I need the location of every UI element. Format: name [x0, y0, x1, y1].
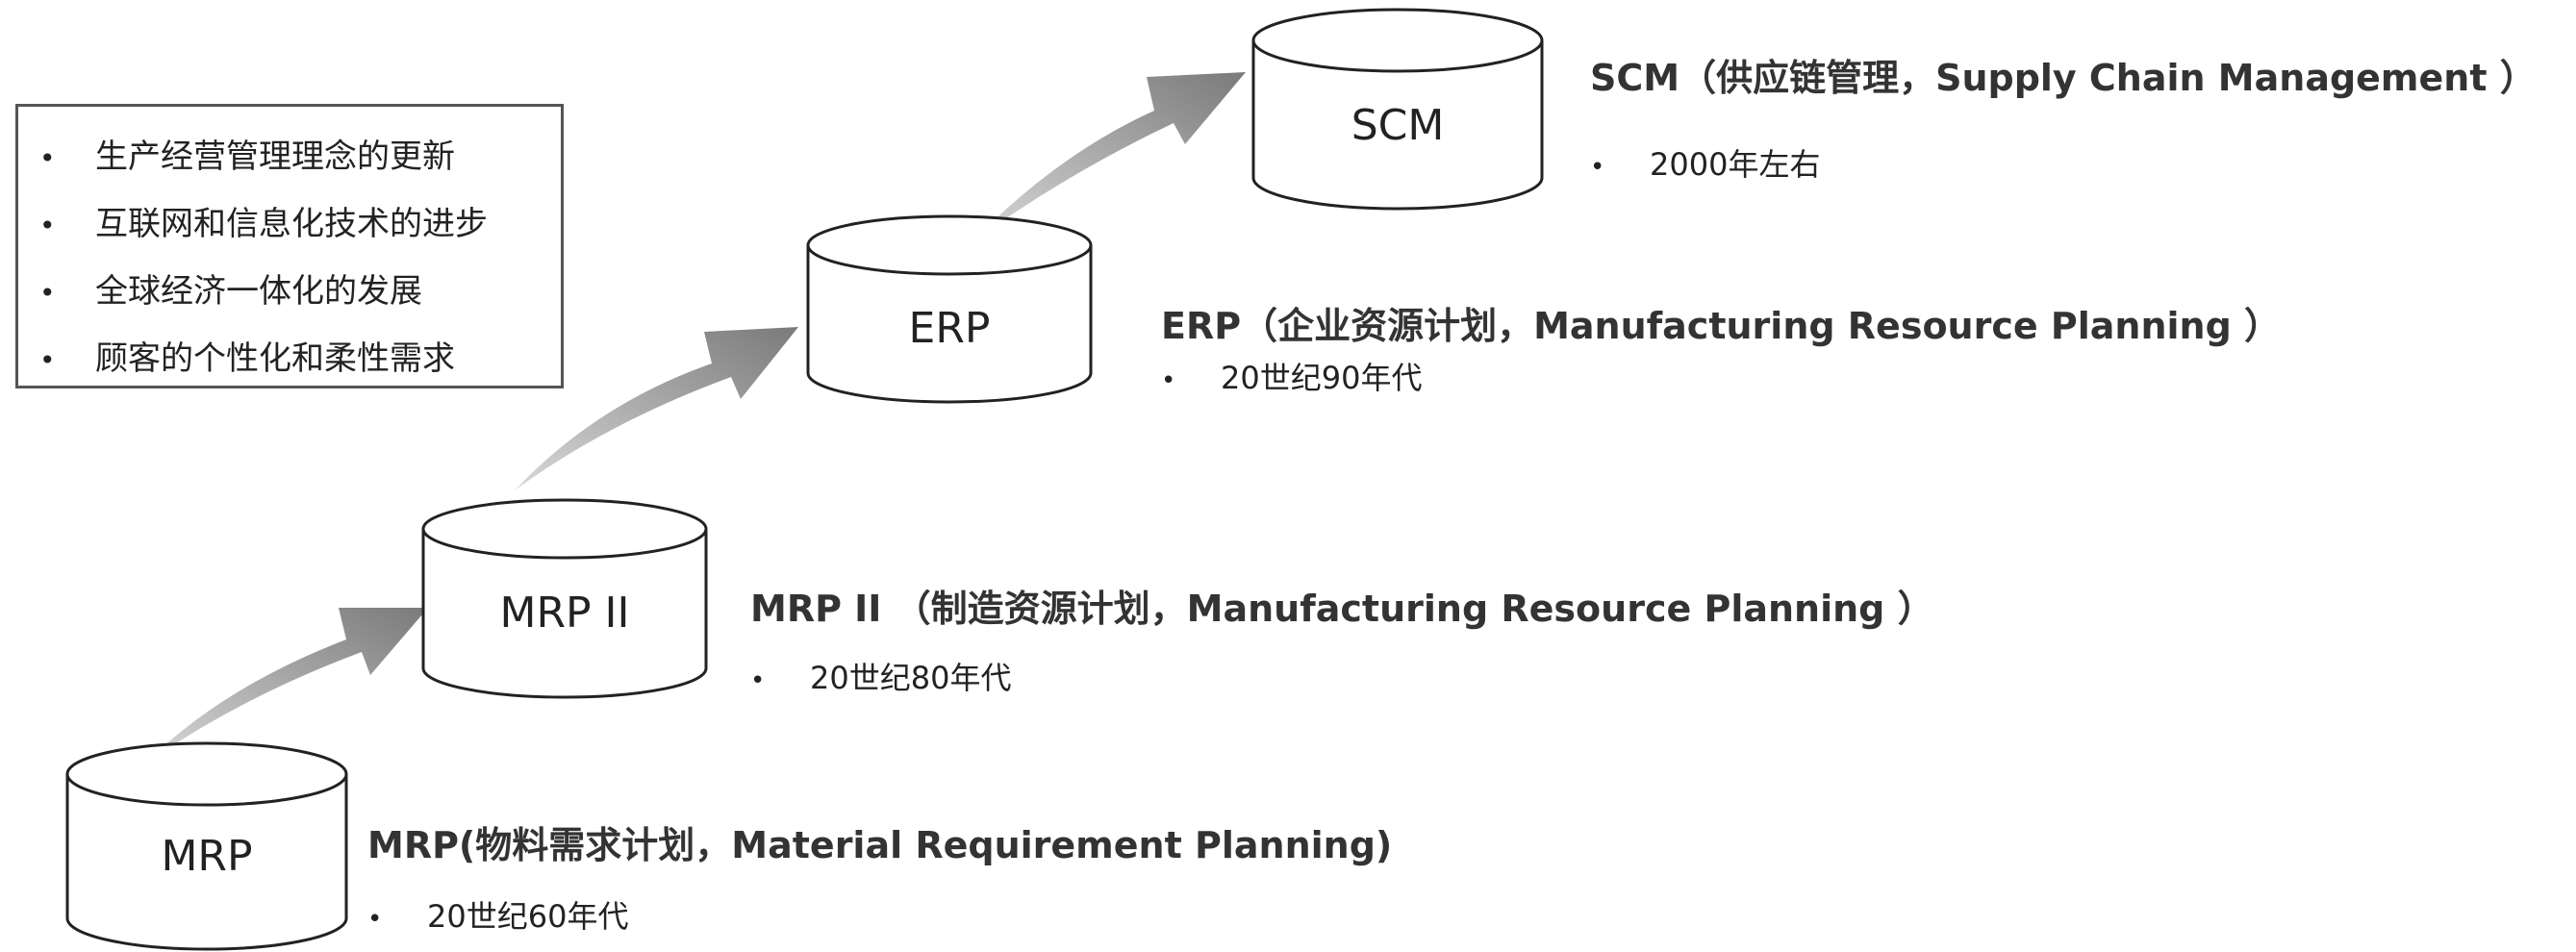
driver-text: 顾客的个性化和柔性需求: [95, 339, 455, 378]
stage-period-mrp2: • 20世纪80年代: [750, 660, 1012, 696]
bullet: •: [367, 905, 383, 934]
cylinder-mrp2: MRP II: [421, 498, 708, 699]
stage-title-scm: SCM（供应链管理，Supply Chain Management ）: [1590, 57, 2537, 99]
bullet: •: [1590, 153, 1605, 182]
driver-item: • 生产经营管理理念的更新: [39, 124, 561, 191]
driver-text: 生产经营管理理念的更新: [95, 138, 455, 176]
stage-title-mrp2: MRP II （制造资源计划，Manufacturing Resource Pl…: [750, 588, 1934, 630]
driver-text: 互联网和信息化技术的进步: [95, 205, 488, 243]
driver-item: • 顾客的个性化和柔性需求: [39, 326, 561, 393]
drivers-list: • 生产经营管理理念的更新 • 互联网和信息化技术的进步 • 全球经济一体化的发展 •…: [18, 107, 561, 393]
bullet: •: [39, 277, 56, 309]
bullet: •: [39, 210, 56, 241]
stage-period-mrp: • 20世纪60年代: [367, 898, 629, 935]
cylinder-mrp: MRP: [65, 741, 348, 951]
stage-period-scm: • 2000年左右: [1590, 146, 1821, 183]
stage-title-erp: ERP（企业资源计划，Manufacturing Resource Planni…: [1161, 305, 2282, 347]
bullet: •: [39, 142, 56, 174]
cylinder-label-mrp2: MRP II: [499, 589, 629, 638]
cylinder-label-mrp: MRP: [161, 832, 252, 881]
driver-item: • 互联网和信息化技术的进步: [39, 191, 561, 259]
cylinder-label-erp: ERP: [909, 304, 991, 353]
drivers-box: • 生产经营管理理念的更新 • 互联网和信息化技术的进步 • 全球经济一体化的发展 •…: [15, 104, 564, 388]
stage-title-mrp: MRP(物料需求计划，Material Requirement Planning…: [367, 824, 1393, 866]
bullet: •: [750, 666, 766, 695]
arrow-mrp-to-mrp2: [144, 608, 428, 764]
cylinder-erp: ERP: [806, 214, 1093, 404]
cylinder-scm: SCM: [1251, 8, 1544, 211]
driver-item: • 全球经济一体化的发展: [39, 259, 561, 326]
driver-text: 全球经济一体化的发展: [95, 272, 422, 311]
stage-period-erp: • 20世纪90年代: [1161, 360, 1423, 396]
bullet: •: [1161, 366, 1176, 395]
bullet: •: [39, 344, 56, 376]
arrow-erp-to-scm: [972, 72, 1246, 242]
cylinder-label-scm: SCM: [1351, 101, 1445, 150]
